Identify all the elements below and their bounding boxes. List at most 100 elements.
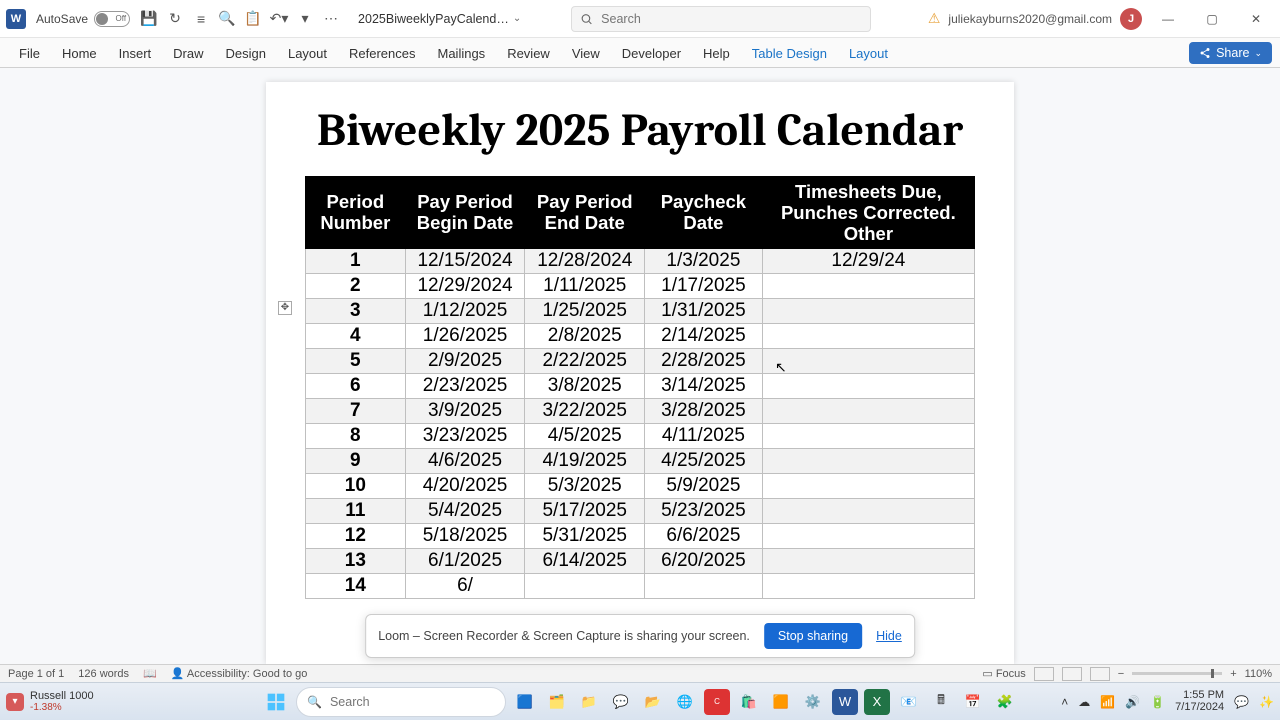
ribbon-tab-help[interactable]: Help: [692, 40, 741, 67]
zoom-out-icon[interactable]: −: [1118, 668, 1124, 680]
table-row[interactable]: 112/15/202412/28/20241/3/202512/29/24: [306, 249, 975, 274]
table-cell[interactable]: 4/11/2025: [645, 424, 763, 449]
table-cell[interactable]: 3/23/2025: [405, 424, 525, 449]
ribbon-tab-references[interactable]: References: [338, 40, 426, 67]
copilot-icon[interactable]: 🟦: [512, 689, 538, 715]
table-cell[interactable]: 6/1/2025: [405, 549, 525, 574]
ribbon-tab-insert[interactable]: Insert: [108, 40, 163, 67]
table-cell[interactable]: 4/6/2025: [405, 449, 525, 474]
word-count[interactable]: 126 words: [78, 668, 129, 680]
ribbon-tab-file[interactable]: File: [8, 40, 51, 67]
table-cell[interactable]: 12/28/2024: [525, 249, 645, 274]
table-row[interactable]: 136/1/20256/14/20256/20/2025: [306, 549, 975, 574]
table-cell[interactable]: 4/19/2025: [525, 449, 645, 474]
table-cell[interactable]: [645, 574, 763, 599]
table-cell[interactable]: 6/14/2025: [525, 549, 645, 574]
table-cell[interactable]: 2/8/2025: [525, 324, 645, 349]
print-layout-icon[interactable]: [1062, 667, 1082, 681]
user-email[interactable]: juliekayburns2020@gmail.com: [948, 12, 1112, 26]
table-cell[interactable]: 3/28/2025: [645, 399, 763, 424]
teams-icon[interactable]: 💬: [608, 689, 634, 715]
table-cell[interactable]: 2/23/2025: [405, 374, 525, 399]
table-cell[interactable]: 2/9/2025: [405, 349, 525, 374]
table-row[interactable]: 83/23/20254/5/20254/11/2025: [306, 424, 975, 449]
calendar-icon[interactable]: 📅: [960, 689, 986, 715]
table-cell[interactable]: 4/25/2025: [645, 449, 763, 474]
table-cell[interactable]: 5/18/2025: [405, 524, 525, 549]
ribbon-tab-layout[interactable]: Layout: [277, 40, 338, 67]
ribbon-tab-developer[interactable]: Developer: [611, 40, 692, 67]
table-cell[interactable]: [762, 474, 974, 499]
onedrive-icon[interactable]: ☁: [1078, 695, 1090, 709]
volume-icon[interactable]: 🔊: [1125, 695, 1140, 709]
ribbon-tab-table-design[interactable]: Table Design: [741, 40, 838, 67]
zoom-in-icon[interactable]: +: [1230, 668, 1236, 680]
table-cell[interactable]: [762, 524, 974, 549]
table-cell[interactable]: 5/17/2025: [525, 499, 645, 524]
store-icon[interactable]: 🛍️: [736, 689, 762, 715]
table-cell[interactable]: [762, 349, 974, 374]
table-cell[interactable]: [762, 499, 974, 524]
minimize-button[interactable]: —: [1150, 5, 1186, 33]
table-cell[interactable]: 1/12/2025: [405, 299, 525, 324]
table-cell[interactable]: 6/: [405, 574, 525, 599]
canon-icon[interactable]: C: [704, 689, 730, 715]
app-icon[interactable]: 🟧: [768, 689, 794, 715]
user-avatar[interactable]: J: [1120, 8, 1142, 30]
sync-icon[interactable]: ↻: [163, 7, 187, 31]
save-icon[interactable]: 💾: [137, 7, 161, 31]
table-header[interactable]: Paycheck Date: [645, 176, 763, 249]
taskbar-widget-stock[interactable]: ▾ Russell 1000 -1.38%: [6, 690, 94, 713]
excel-taskbar-icon[interactable]: X: [864, 689, 890, 715]
table-row[interactable]: 94/6/20254/19/20254/25/2025: [306, 449, 975, 474]
table-cell[interactable]: 4: [306, 324, 406, 349]
document-canvas[interactable]: ✥ Biweekly 2025 Payroll Calendar Period …: [0, 68, 1280, 664]
highlight-icon[interactable]: ▾: [293, 7, 317, 31]
table-cell[interactable]: 3/14/2025: [645, 374, 763, 399]
page-indicator[interactable]: Page 1 of 1: [8, 668, 64, 680]
table-cell[interactable]: 5/31/2025: [525, 524, 645, 549]
table-row[interactable]: 73/9/20253/22/20253/28/2025: [306, 399, 975, 424]
table-cell[interactable]: 1/31/2025: [645, 299, 763, 324]
table-cell[interactable]: 12/15/2024: [405, 249, 525, 274]
edge-icon[interactable]: 🌐: [672, 689, 698, 715]
table-row[interactable]: 212/29/20241/11/20251/17/2025: [306, 274, 975, 299]
battery-icon[interactable]: 🔋: [1150, 695, 1165, 709]
table-cell[interactable]: [762, 449, 974, 474]
table-cell[interactable]: 14: [306, 574, 406, 599]
table-cell[interactable]: 12/29/24: [762, 249, 974, 274]
table-cell[interactable]: 3: [306, 299, 406, 324]
table-cell[interactable]: 6: [306, 374, 406, 399]
table-cell[interactable]: [762, 424, 974, 449]
table-cell[interactable]: 7: [306, 399, 406, 424]
ribbon-tab-mailings[interactable]: Mailings: [427, 40, 497, 67]
web-layout-icon[interactable]: [1090, 667, 1110, 681]
table-cell[interactable]: 1/3/2025: [645, 249, 763, 274]
search-input[interactable]: [601, 12, 862, 26]
table-cell[interactable]: 5: [306, 349, 406, 374]
ribbon-tab-home[interactable]: Home: [51, 40, 108, 67]
word-taskbar-icon[interactable]: W: [832, 689, 858, 715]
table-cell[interactable]: 3/8/2025: [525, 374, 645, 399]
table-cell[interactable]: 5/4/2025: [405, 499, 525, 524]
close-button[interactable]: ✕: [1238, 5, 1274, 33]
document-name-dropdown-icon[interactable]: ⌄: [513, 13, 521, 24]
outlook-icon[interactable]: 📧: [896, 689, 922, 715]
table-cell[interactable]: 1/26/2025: [405, 324, 525, 349]
table-cell[interactable]: [762, 399, 974, 424]
table-row[interactable]: 31/12/20251/25/20251/31/2025: [306, 299, 975, 324]
table-cell[interactable]: 5/3/2025: [525, 474, 645, 499]
table-row[interactable]: 146/: [306, 574, 975, 599]
table-cell[interactable]: [762, 374, 974, 399]
qat-overflow-icon[interactable]: ⋯: [319, 7, 343, 31]
document-title[interactable]: Biweekly 2025 Payroll Calendar: [296, 102, 984, 160]
table-cell[interactable]: 12/29/2024: [405, 274, 525, 299]
focus-mode[interactable]: ▭ Focus: [982, 667, 1025, 680]
spellcheck-icon[interactable]: 📖: [143, 667, 157, 680]
table-cell[interactable]: [762, 274, 974, 299]
table-cell[interactable]: 2/14/2025: [645, 324, 763, 349]
taskbar-clock[interactable]: 1:55 PM 7/17/2024: [1175, 690, 1224, 713]
copilot-tray-icon[interactable]: ✨: [1259, 695, 1274, 709]
table-cell[interactable]: 5/23/2025: [645, 499, 763, 524]
table-cell[interactable]: 4/5/2025: [525, 424, 645, 449]
